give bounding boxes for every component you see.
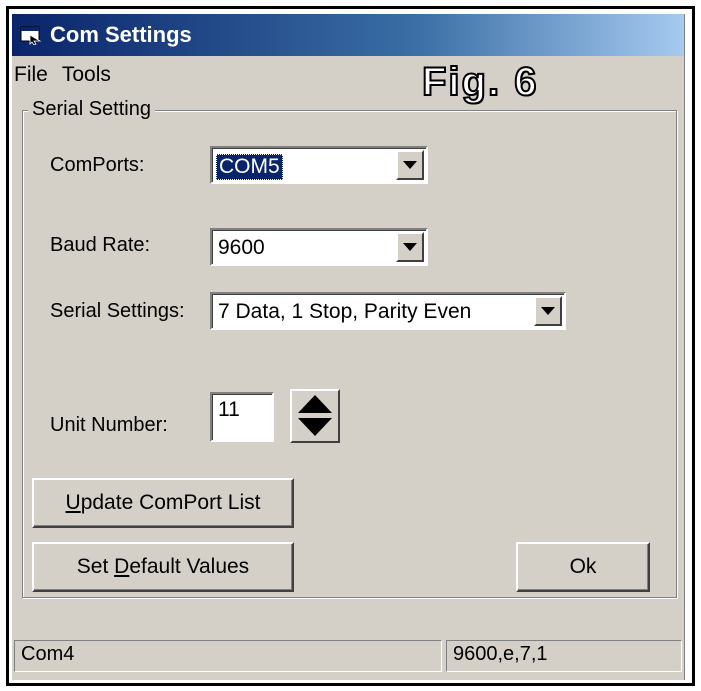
unit-number-input[interactable]: 11 — [210, 392, 274, 442]
figure-label: Fig. 6 — [421, 59, 539, 105]
status-settings: 9600,e,7,1 — [446, 640, 682, 672]
window-title: Com Settings — [50, 22, 192, 47]
update-mnemonic: U — [65, 491, 81, 514]
baud-rate-dropdown-button[interactable] — [396, 232, 424, 262]
serial-settings-select[interactable]: 7 Data, 1 Stop, Parity Even — [210, 292, 566, 330]
comports-dropdown-button[interactable] — [396, 150, 424, 180]
serial-settings-dropdown-button[interactable] — [534, 296, 562, 326]
comports-select[interactable]: COM5 — [210, 146, 428, 184]
window-edge — [684, 14, 689, 680]
default-label: efault Values — [129, 555, 250, 578]
status-port: Com4 — [14, 640, 442, 672]
update-label: pdate ComPort List — [80, 491, 261, 514]
chevron-down-icon — [403, 243, 417, 251]
comports-value: COM5 — [216, 154, 283, 180]
update-comport-list-button[interactable]: Update ComPort List — [32, 478, 294, 528]
title-bar[interactable]: Com Settings — [12, 14, 684, 56]
unit-number-label: Unit Number: — [50, 414, 168, 436]
com-settings-window: Com Settings File Tools Fig. 6 Serial Se… — [12, 14, 684, 680]
status-bar: Com4 9600,e,7,1 — [12, 636, 684, 676]
serial-settings-value: 7 Data, 1 Stop, Parity Even — [218, 300, 472, 323]
menu-bar: File Tools — [12, 58, 684, 92]
app-window-icon — [20, 25, 42, 46]
ok-button[interactable]: Ok — [516, 542, 650, 592]
group-legend: Serial Setting — [28, 98, 155, 121]
default-label-pre: Set — [76, 555, 115, 578]
baud-rate-label: Baud Rate: — [50, 234, 151, 256]
menu-file[interactable]: File — [12, 63, 60, 87]
serial-settings-label: Serial Settings: — [50, 300, 185, 322]
menu-tools[interactable]: Tools — [60, 63, 123, 87]
baud-rate-select[interactable]: 9600 — [210, 228, 428, 266]
chevron-down-icon — [403, 161, 417, 169]
chevron-down-icon — [541, 307, 555, 315]
set-default-values-button[interactable]: Set Default Values — [32, 542, 294, 592]
comports-label: ComPorts: — [50, 154, 145, 176]
default-mnemonic: D — [114, 555, 130, 578]
baud-rate-value: 9600 — [218, 236, 265, 259]
unit-number-spinner[interactable] — [290, 389, 340, 443]
up-down-arrows-icon — [298, 395, 332, 436]
